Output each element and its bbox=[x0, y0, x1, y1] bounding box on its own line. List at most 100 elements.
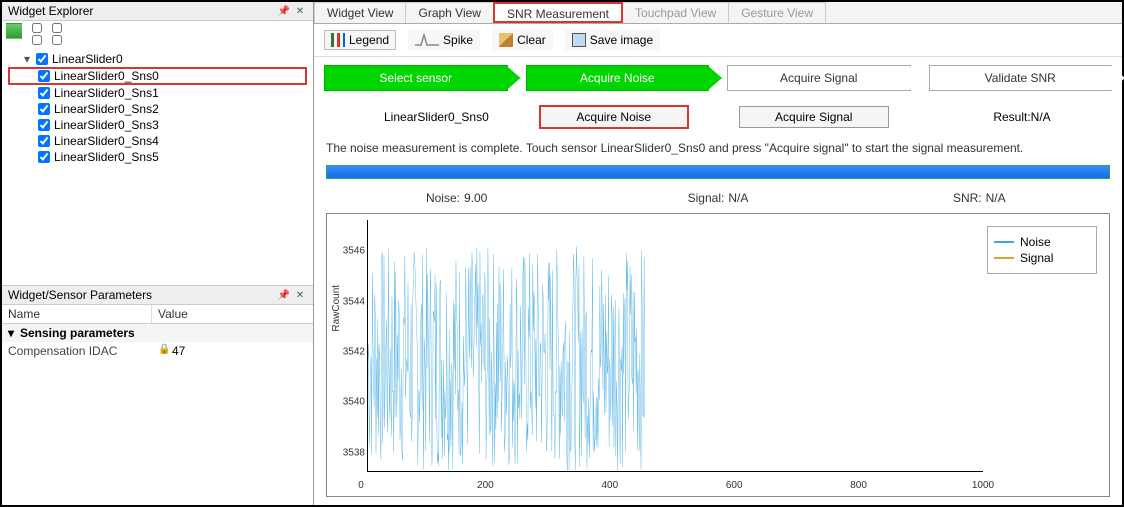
y-tick: 3546 bbox=[343, 246, 365, 257]
chevron-down-icon[interactable]: ▾ bbox=[22, 52, 32, 66]
metric-noise: Noise:9.00 bbox=[326, 191, 587, 205]
save-image-button[interactable]: Save image bbox=[565, 30, 660, 50]
spike-label: Spike bbox=[443, 33, 473, 47]
widget-explorer-title: Widget Explorer bbox=[8, 4, 93, 18]
pin-icon[interactable]: 📌 bbox=[277, 4, 291, 18]
controls-row: LinearSlider0_Sns0 Acquire Noise Acquire… bbox=[314, 99, 1122, 135]
step-acquire-signal[interactable]: Acquire Signal bbox=[727, 65, 911, 91]
close-icon[interactable]: ✕ bbox=[293, 4, 307, 18]
chart-legend: Noise Signal bbox=[987, 226, 1097, 274]
tree-item-sns3[interactable]: LinearSlider0_Sns3 bbox=[8, 117, 307, 133]
tab-snr-measurement[interactable]: SNR Measurement bbox=[493, 2, 623, 23]
status-message: The noise measurement is complete. Touch… bbox=[314, 135, 1122, 161]
y-tick: 3538 bbox=[343, 447, 365, 458]
expand-tree-icon[interactable] bbox=[6, 23, 22, 39]
save-label: Save image bbox=[590, 33, 653, 47]
noise-line bbox=[368, 220, 983, 471]
tree-item-check[interactable] bbox=[38, 135, 50, 147]
step-validate-snr[interactable]: Validate SNR bbox=[929, 65, 1113, 91]
tree-item-sns0[interactable]: LinearSlider0_Sns0 bbox=[8, 67, 307, 85]
params-row[interactable]: Compensation IDAC 🔒 47 bbox=[2, 342, 313, 360]
y-axis-label: RawCount bbox=[331, 285, 342, 332]
tree-item-check[interactable] bbox=[38, 103, 50, 115]
x-tick: 200 bbox=[477, 480, 494, 491]
params-group-row[interactable]: ▾ Sensing parameters bbox=[2, 324, 313, 342]
x-tick: 800 bbox=[850, 480, 867, 491]
legend-noise: Noise bbox=[994, 235, 1090, 249]
params-group-label: Sensing parameters bbox=[20, 326, 135, 340]
params-title: Widget/Sensor Parameters bbox=[8, 288, 152, 302]
x-axis: 02004006008001000 bbox=[361, 478, 983, 496]
tree-root-label: LinearSlider0 bbox=[52, 52, 123, 66]
lock-icon: 🔒 bbox=[158, 344, 172, 358]
tree-item-check[interactable] bbox=[38, 119, 50, 131]
tab-gesture-view[interactable]: Gesture View bbox=[728, 2, 826, 23]
widget-tree[interactable]: ▾ LinearSlider0 LinearSlider0_Sns0 Linea… bbox=[2, 47, 313, 285]
x-tick: 1000 bbox=[972, 480, 994, 491]
main-area: Widget View Graph View SNR Measurement T… bbox=[314, 2, 1122, 505]
metric-signal: Signal:N/A bbox=[587, 191, 848, 205]
workflow-steps: Select sensor Acquire Noise Acquire Sign… bbox=[324, 65, 1112, 91]
y-tick: 3540 bbox=[343, 397, 365, 408]
tree-item-check[interactable] bbox=[38, 70, 50, 82]
acquire-signal-button[interactable]: Acquire Signal bbox=[739, 106, 889, 128]
selected-sensor-label: LinearSlider0_Sns0 bbox=[324, 110, 489, 124]
tree-item-sns4[interactable]: LinearSlider0_Sns4 bbox=[8, 133, 307, 149]
params-pane: Widget/Sensor Parameters 📌 ✕ Name Value … bbox=[2, 285, 313, 505]
tab-widget-view[interactable]: Widget View bbox=[314, 2, 406, 23]
left-sidebar: Widget Explorer 📌 ✕ ▾ LinearSlider0 bbox=[2, 2, 314, 505]
param-value: 47 bbox=[172, 344, 307, 358]
tree-toolbar bbox=[2, 21, 313, 47]
spike-icon bbox=[415, 33, 439, 47]
tab-graph-view[interactable]: Graph View bbox=[405, 2, 493, 23]
clear-button[interactable]: Clear bbox=[492, 30, 553, 50]
tree-item-label: LinearSlider0_Sns4 bbox=[54, 134, 159, 148]
toolbar-check-3[interactable] bbox=[52, 23, 62, 33]
toolbar-check-1[interactable] bbox=[32, 23, 42, 33]
tree-item-check[interactable] bbox=[38, 87, 50, 99]
legend-icon bbox=[331, 33, 345, 47]
tree-item-sns5[interactable]: LinearSlider0_Sns5 bbox=[8, 149, 307, 165]
tree-item-label: LinearSlider0_Sns0 bbox=[54, 69, 159, 83]
legend-signal: Signal bbox=[994, 251, 1090, 265]
clear-label: Clear bbox=[517, 33, 546, 47]
params-header: Name Value bbox=[2, 305, 313, 324]
metrics-row: Noise:9.00 Signal:N/A SNR:N/A bbox=[314, 187, 1122, 213]
tree-root[interactable]: ▾ LinearSlider0 bbox=[8, 51, 307, 67]
pin-icon[interactable]: 📌 bbox=[277, 288, 291, 302]
chevron-down-icon[interactable]: ▾ bbox=[8, 326, 20, 340]
tree-item-sns2[interactable]: LinearSlider0_Sns2 bbox=[8, 101, 307, 117]
y-tick: 3542 bbox=[343, 347, 365, 358]
tree-item-label: LinearSlider0_Sns3 bbox=[54, 118, 159, 132]
metric-snr: SNR:N/A bbox=[849, 191, 1110, 205]
x-tick: 0 bbox=[358, 480, 364, 491]
step-select-sensor[interactable]: Select sensor bbox=[324, 65, 508, 91]
legend-button[interactable]: Legend bbox=[324, 30, 396, 50]
params-col-value: Value bbox=[152, 305, 313, 323]
param-name: Compensation IDAC bbox=[8, 344, 158, 358]
progress-bar bbox=[326, 165, 1110, 179]
toolbar-check-4[interactable] bbox=[52, 35, 62, 45]
chart-panel: RawCount 3538 3540 3542 3544 3546 Noise Sign… bbox=[326, 213, 1110, 497]
tab-bar: Widget View Graph View SNR Measurement T… bbox=[314, 2, 1122, 24]
save-icon bbox=[572, 33, 586, 47]
widget-explorer-titlebar: Widget Explorer 📌 ✕ bbox=[2, 2, 313, 21]
tree-item-check[interactable] bbox=[38, 151, 50, 163]
tree-item-label: LinearSlider0_Sns2 bbox=[54, 102, 159, 116]
tree-root-check[interactable] bbox=[36, 53, 48, 65]
tree-item-sns1[interactable]: LinearSlider0_Sns1 bbox=[8, 85, 307, 101]
params-col-name: Name bbox=[2, 305, 152, 323]
close-icon[interactable]: ✕ bbox=[293, 288, 307, 302]
plot-area[interactable] bbox=[367, 220, 983, 472]
y-tick: 3544 bbox=[343, 296, 365, 307]
acquire-noise-button[interactable]: Acquire Noise bbox=[539, 105, 689, 129]
toolbar-check-2[interactable] bbox=[32, 35, 42, 45]
params-titlebar: Widget/Sensor Parameters 📌 ✕ bbox=[2, 286, 313, 305]
tree-item-label: LinearSlider0_Sns1 bbox=[54, 86, 159, 100]
tab-touchpad-view[interactable]: Touchpad View bbox=[622, 2, 729, 23]
step-acquire-noise[interactable]: Acquire Noise bbox=[526, 65, 710, 91]
x-tick: 400 bbox=[601, 480, 618, 491]
y-axis: RawCount 3538 3540 3542 3544 3546 bbox=[333, 220, 367, 490]
toolbar: Legend Spike Clear Save image bbox=[314, 24, 1122, 57]
spike-button[interactable]: Spike bbox=[408, 30, 480, 50]
